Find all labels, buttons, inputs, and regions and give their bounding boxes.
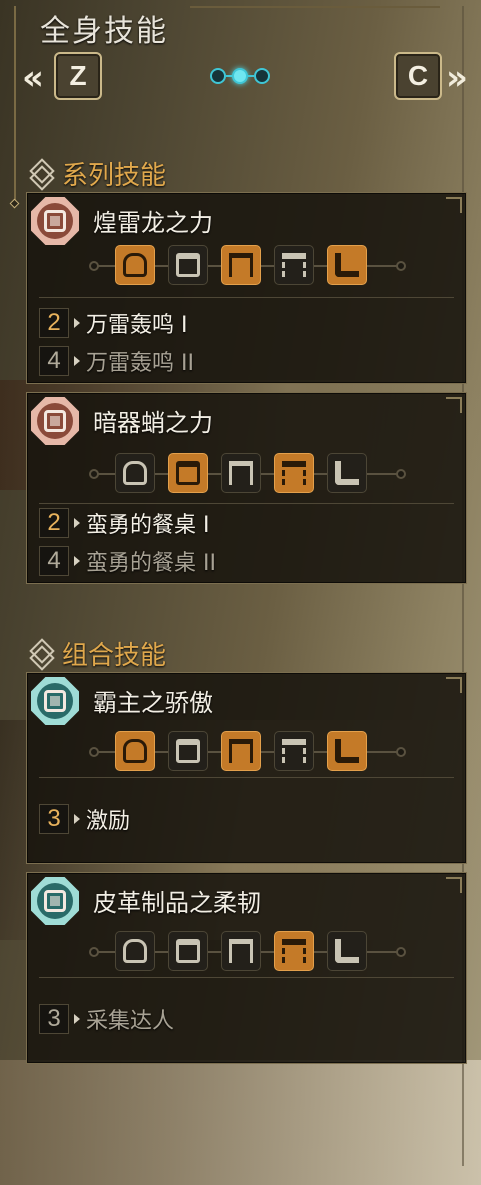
page-dot <box>254 68 270 84</box>
armor-piece-chest-icon <box>168 245 208 285</box>
page-dot-active <box>232 68 248 84</box>
armor-piece-arms-icon <box>221 453 261 493</box>
set-skill-name: 万雷轰鸣 II <box>86 351 194 376</box>
armor-set-name: 霸主之骄傲 <box>93 689 213 717</box>
divider <box>39 297 454 298</box>
next-page-arrow-icon[interactable]: » <box>446 58 468 98</box>
layers-icon <box>30 642 54 666</box>
arrow-right-icon <box>74 814 80 824</box>
frame-line <box>14 6 16 206</box>
armor-pieces-row <box>27 451 468 497</box>
set-skill-row[interactable]: 4 蛮勇的餐桌 II <box>39 545 216 577</box>
required-pieces-count: 2 <box>39 308 69 338</box>
armor-piece-legs-icon <box>327 245 367 285</box>
armor-piece-chest-icon <box>168 931 208 971</box>
armor-set-name: 煌雷龙之力 <box>93 209 213 237</box>
section-header-series: 系列技能 <box>30 155 166 192</box>
arrow-right-icon <box>74 1014 80 1024</box>
armor-piece-head-icon <box>115 453 155 493</box>
armor-set-name: 暗器蛸之力 <box>93 409 213 437</box>
series-armor-emblem-icon <box>31 197 79 245</box>
set-skill-row[interactable]: 2 万雷轰鸣 I <box>39 307 187 339</box>
armor-set-card[interactable]: 霸主之骄傲 3 激励 <box>26 672 467 864</box>
required-pieces-count: 4 <box>39 546 69 576</box>
frame-line <box>190 6 440 8</box>
required-pieces-count: 3 <box>39 1004 69 1034</box>
set-skill-name: 蛮勇的餐桌 I <box>86 513 210 538</box>
armor-pieces-row <box>27 729 468 775</box>
set-skill-name: 采集达人 <box>86 1009 175 1034</box>
panel-title: 全身技能 <box>40 14 168 49</box>
armor-piece-waist-icon <box>274 931 314 971</box>
required-pieces-count: 2 <box>39 508 69 538</box>
divider <box>39 977 454 978</box>
arrow-right-icon <box>74 356 80 366</box>
armor-piece-legs-icon <box>327 453 367 493</box>
armor-piece-chest-icon <box>168 453 208 493</box>
armor-piece-arms-icon <box>221 731 261 771</box>
armor-piece-waist-icon <box>274 453 314 493</box>
armor-piece-head-icon <box>115 245 155 285</box>
arrow-right-icon <box>74 518 80 528</box>
armor-piece-waist-icon <box>274 731 314 771</box>
set-skill-row[interactable]: 3 采集达人 <box>39 1003 174 1035</box>
armor-piece-legs-icon <box>327 731 367 771</box>
required-pieces-count: 3 <box>39 804 69 834</box>
frame-corner-ornament <box>9 198 20 209</box>
required-pieces-count: 4 <box>39 346 69 376</box>
armor-piece-waist-icon <box>274 245 314 285</box>
prev-page-key-button[interactable]: Z <box>54 52 102 100</box>
next-page-key-button[interactable]: C <box>394 52 442 100</box>
armor-piece-head-icon <box>115 931 155 971</box>
armor-set-card[interactable]: 暗器蛸之力 2 蛮勇的餐桌 I 4 蛮勇的餐桌 II <box>26 392 467 584</box>
armor-set-name: 皮革制品之柔韧 <box>93 889 261 917</box>
section-label: 组合技能 <box>62 641 167 671</box>
combo-armor-emblem-icon <box>31 677 79 725</box>
section-label: 系列技能 <box>62 161 167 191</box>
armor-set-card[interactable]: 皮革制品之柔韧 3 采集达人 <box>26 872 467 1064</box>
arrow-right-icon <box>74 556 80 566</box>
set-skill-row[interactable]: 2 蛮勇的餐桌 I <box>39 507 209 539</box>
set-skill-row[interactable]: 4 万雷轰鸣 II <box>39 345 194 377</box>
prev-page-arrow-icon[interactable]: « <box>22 58 44 98</box>
set-skill-row[interactable]: 3 激励 <box>39 803 130 835</box>
armor-piece-head-icon <box>115 731 155 771</box>
page-dot <box>210 68 226 84</box>
series-armor-emblem-icon <box>31 397 79 445</box>
set-skill-name: 蛮勇的餐桌 II <box>86 551 216 576</box>
divider <box>39 777 454 778</box>
page-indicator <box>210 68 270 84</box>
armor-piece-arms-icon <box>221 931 261 971</box>
armor-piece-arms-icon <box>221 245 261 285</box>
divider <box>39 503 454 504</box>
armor-set-card[interactable]: 煌雷龙之力 2 万雷轰鸣 I 4 万雷轰鸣 II <box>26 192 467 384</box>
section-header-combo: 组合技能 <box>30 635 166 672</box>
armor-pieces-row <box>27 243 468 289</box>
background-smear <box>0 1060 481 1185</box>
combo-armor-emblem-icon <box>31 877 79 925</box>
armor-piece-legs-icon <box>327 931 367 971</box>
set-skill-name: 激励 <box>86 809 131 834</box>
armor-piece-chest-icon <box>168 731 208 771</box>
armor-pieces-row <box>27 929 468 975</box>
layers-icon <box>30 162 54 186</box>
set-skill-name: 万雷轰鸣 I <box>86 313 188 338</box>
arrow-right-icon <box>74 318 80 328</box>
